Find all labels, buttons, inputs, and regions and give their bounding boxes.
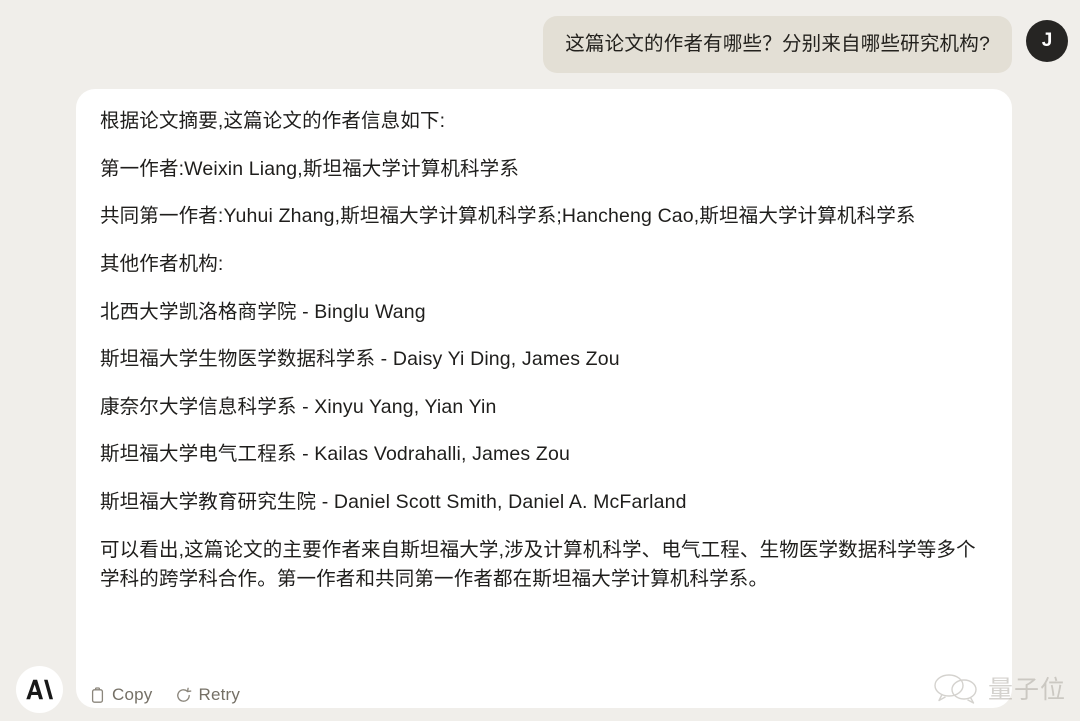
avatar[interactable]: J bbox=[1026, 20, 1068, 62]
assistant-paragraph: 康奈尔大学信息科学系 - Xinyu Yang, Yian Yin bbox=[100, 395, 497, 418]
retry-label: Retry bbox=[198, 685, 241, 704]
refresh-icon bbox=[175, 687, 192, 704]
copy-button[interactable]: Copy bbox=[90, 683, 153, 707]
assistant-paragraph: 斯坦福大学电气工程系 - Kailas Vodrahalli, James Zo… bbox=[100, 443, 570, 466]
assistant-paragraph: 北西大学凯洛格商学院 - Binglu Wang bbox=[100, 300, 426, 323]
anthropic-logo bbox=[16, 666, 63, 713]
user-message-bubble: 这篇论文的作者有哪些？分别来自哪些研究机构? bbox=[543, 16, 1012, 74]
assistant-paragraph: 可以看出,这篇论文的主要作者来自斯坦福大学,涉及计算机科学、电气工程、生物医学数… bbox=[100, 538, 976, 591]
clipboard-icon bbox=[90, 686, 105, 704]
assistant-message-card: 根据论文摘要,这篇论文的作者信息如下: 第一作者:Weixin Liang,斯坦… bbox=[76, 89, 1012, 708]
assistant-message-body: 根据论文摘要,这篇论文的作者信息如下: 第一作者:Weixin Liang,斯坦… bbox=[100, 107, 988, 595]
retry-button[interactable]: Retry bbox=[175, 683, 241, 707]
copy-label: Copy bbox=[112, 685, 153, 704]
assistant-paragraph: 斯坦福大学教育研究生院 - Daniel Scott Smith, Daniel… bbox=[100, 491, 687, 513]
assistant-paragraph: 其他作者机构: bbox=[100, 252, 224, 275]
assistant-paragraph: 斯坦福大学生物医学数据科学系 - Daisy Yi Ding, James Zo… bbox=[100, 348, 620, 371]
chat-screen: 这篇论文的作者有哪些？分别来自哪些研究机构? J 根据论文摘要,这篇论文的作者信… bbox=[0, 0, 1080, 721]
assistant-paragraph: 根据论文摘要,这篇论文的作者信息如下: bbox=[100, 110, 446, 132]
message-actions-toolbar: Copy Retry bbox=[90, 683, 240, 707]
assistant-paragraph: 共同第一作者:Yuhui Zhang,斯坦福大学计算机科学系;Hancheng … bbox=[100, 205, 916, 228]
assistant-paragraph: 第一作者:Weixin Liang,斯坦福大学计算机科学系 bbox=[100, 157, 519, 180]
user-turn: 这篇论文的作者有哪些？分别来自哪些研究机构? J bbox=[0, 16, 1080, 74]
